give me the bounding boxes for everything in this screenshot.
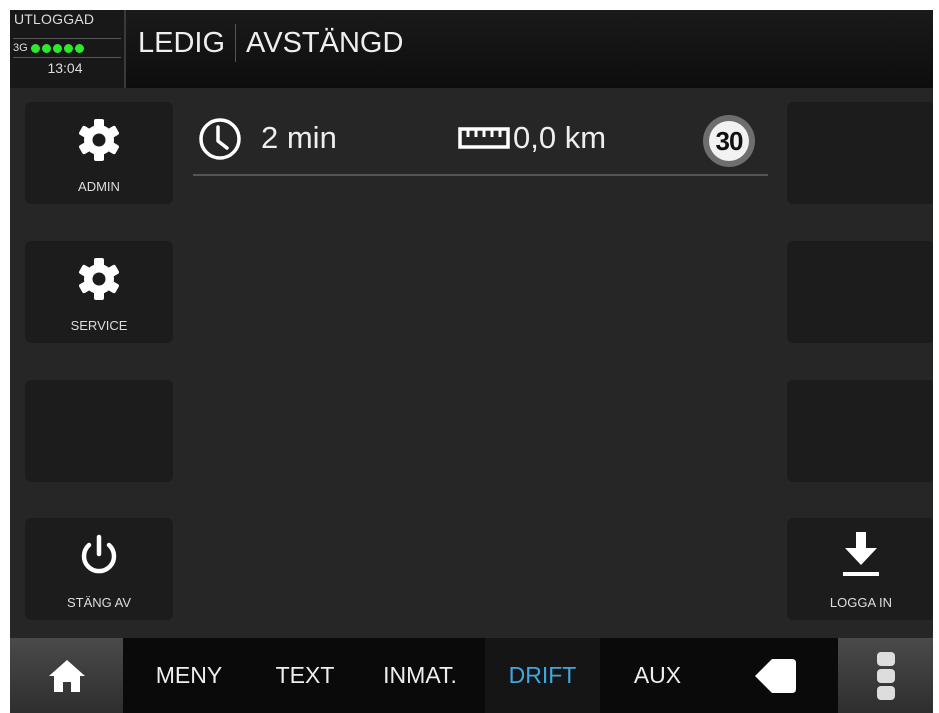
- service-button[interactable]: SERVICE: [25, 241, 173, 343]
- home-icon: [48, 659, 85, 692]
- signal-dot: [63, 43, 73, 53]
- empty-right-button[interactable]: [787, 102, 933, 204]
- more-vertical-icon: [876, 651, 895, 700]
- header-bar: UTLOGGAD 3G 13:04 LEDIG AVSTÄNGD: [10, 10, 933, 88]
- status-box: UTLOGGAD 3G 13:04: [10, 10, 126, 88]
- status-divider: [235, 24, 237, 62]
- network-type: 3G: [13, 42, 28, 54]
- status-primary: LEDIG: [138, 26, 226, 59]
- signal-dot: [41, 43, 51, 53]
- empty-right-button[interactable]: [787, 241, 933, 343]
- ruler-icon: [458, 127, 510, 154]
- signal-dot: [52, 43, 62, 53]
- tab-meny[interactable]: MENY: [123, 638, 255, 713]
- login-label: LOGGA IN: [829, 595, 893, 610]
- status-secondary: AVSTÄNGD: [246, 26, 404, 59]
- more-button[interactable]: [838, 638, 933, 713]
- download-icon: [787, 532, 933, 580]
- login-button[interactable]: LOGGA IN: [787, 518, 933, 620]
- login-state: UTLOGGAD: [14, 11, 95, 27]
- power-off-label: STÄNG AV: [66, 595, 132, 610]
- tab-drift[interactable]: DRIFT: [485, 638, 600, 713]
- back-button[interactable]: [715, 638, 835, 713]
- home-tab[interactable]: [10, 638, 123, 713]
- bottom-nav: MENY TEXT INMAT. DRIFT AUX: [10, 638, 933, 713]
- back-arrow-icon: [755, 658, 796, 693]
- admin-label: ADMIN: [78, 179, 120, 194]
- signal-dot: [30, 43, 40, 53]
- admin-button[interactable]: ADMIN: [25, 102, 173, 204]
- speed-limit-value: 30: [709, 121, 749, 161]
- vehicle-status: LEDIG AVSTÄNGD: [138, 24, 403, 62]
- power-icon: [25, 534, 173, 578]
- trip-time: 2 min: [261, 120, 337, 155]
- gear-icon: [25, 255, 173, 303]
- clock-icon: [197, 116, 243, 167]
- tab-aux[interactable]: AUX: [600, 638, 715, 713]
- empty-right-button[interactable]: [787, 380, 933, 482]
- clock: 13:04: [47, 60, 83, 76]
- signal-dot: [74, 43, 84, 53]
- trip-info-row: 2 min 0,0 km 30: [193, 110, 768, 176]
- speed-limit-sign: 30: [703, 115, 755, 167]
- tab-inmat[interactable]: INMAT.: [355, 638, 485, 713]
- service-label: SERVICE: [70, 318, 128, 333]
- gear-icon: [25, 116, 173, 164]
- network-status: 3G: [13, 38, 121, 58]
- empty-left-button[interactable]: [25, 380, 173, 482]
- trip-distance: 0,0 km: [513, 120, 607, 155]
- tab-text[interactable]: TEXT: [255, 638, 355, 713]
- driver-terminal-screen: UTLOGGAD 3G 13:04 LEDIG AVSTÄNGD ADMIN S…: [10, 10, 933, 713]
- power-off-button[interactable]: STÄNG AV: [25, 518, 173, 620]
